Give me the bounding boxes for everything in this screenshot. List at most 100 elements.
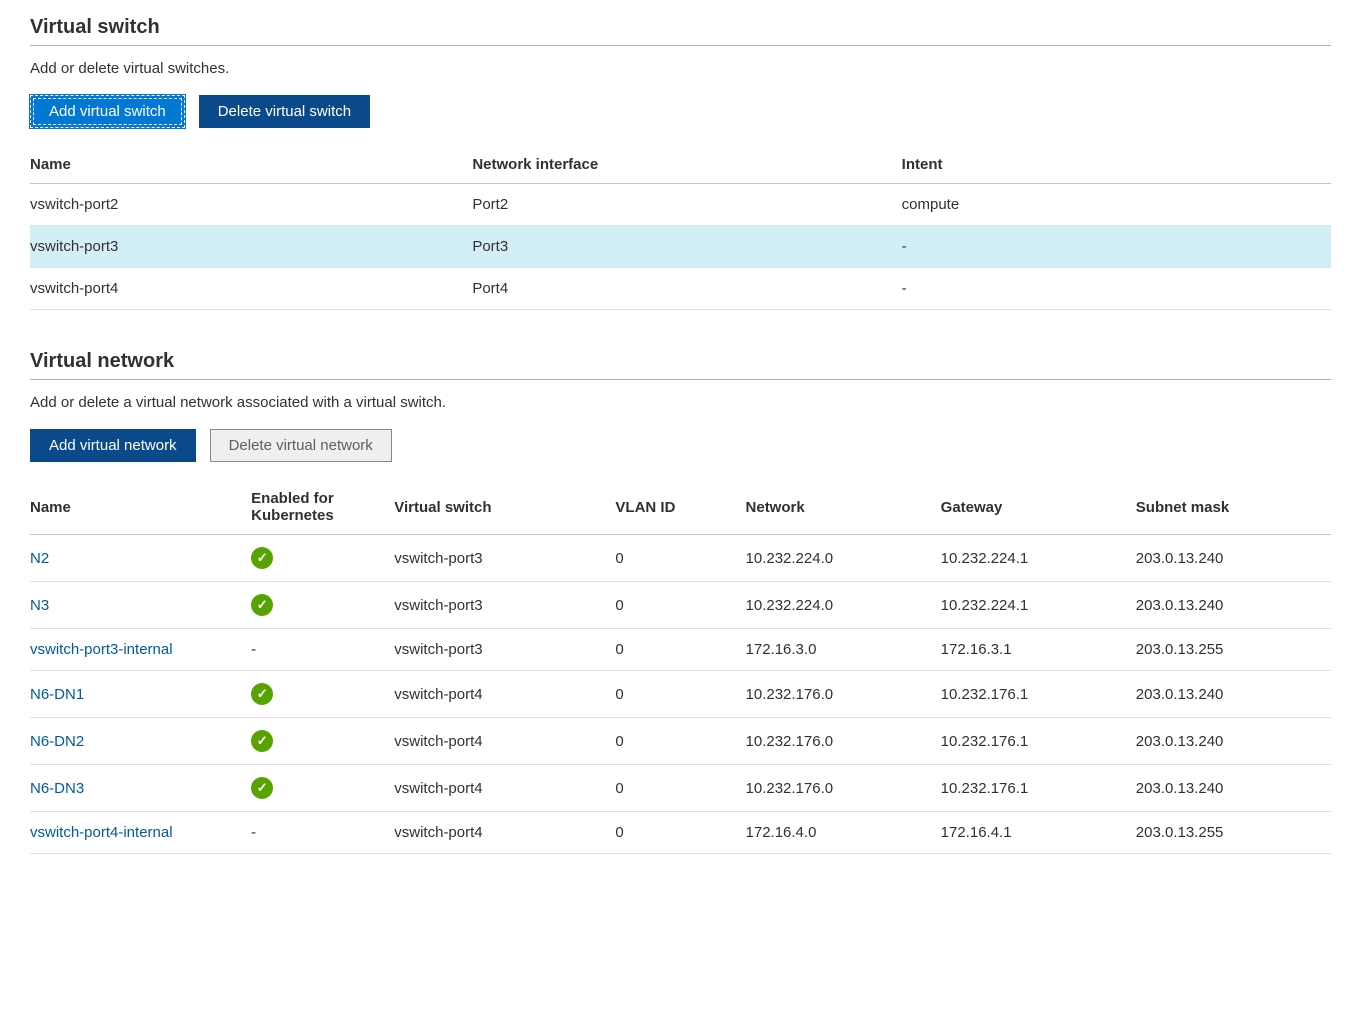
vswitch-cell-name: vswitch-port2: [30, 184, 472, 226]
vnet-name-link[interactable]: vswitch-port4-internal: [30, 824, 173, 841]
vnet-cell-gateway: 172.16.3.1: [941, 629, 1136, 671]
vswitch-cell-network-interface: Port2: [472, 184, 901, 226]
vswitch-title: Virtual switch: [30, 16, 1331, 46]
vnet-cell-gateway: 172.16.4.1: [941, 812, 1136, 854]
vnet-cell-gateway: 10.232.176.1: [941, 765, 1136, 812]
vnet-cell-k8s: -: [251, 629, 394, 671]
check-icon: ✓: [251, 547, 273, 569]
vswitch-cell-network-interface: Port3: [472, 226, 901, 268]
vnet-cell-network: 10.232.176.0: [746, 671, 941, 718]
vswitch-row[interactable]: vswitch-port4Port4-: [30, 268, 1331, 310]
check-icon: ✓: [251, 730, 273, 752]
vnet-name-link[interactable]: vswitch-port3-internal: [30, 641, 173, 658]
vnet-col-network[interactable]: Network: [746, 480, 941, 535]
vnet-cell-vlan: 0: [615, 718, 745, 765]
vnet-cell-k8s: ✓: [251, 582, 394, 629]
vswitch-cell-network-interface: Port4: [472, 268, 901, 310]
vnet-cell-k8s: ✓: [251, 671, 394, 718]
vnet-row[interactable]: N6-DN3✓vswitch-port4010.232.176.010.232.…: [30, 765, 1331, 812]
vnet-row[interactable]: vswitch-port3-internal - vswitch-port30 172…: [30, 629, 1331, 671]
vnet-col-gateway[interactable]: Gateway: [941, 480, 1136, 535]
vnet-description: Add or delete a virtual network associat…: [30, 394, 1331, 411]
vnet-cell-name: N2: [30, 535, 251, 582]
virtual-switch-section: Virtual switch Add or delete virtual swi…: [30, 16, 1331, 310]
vswitch-cell-intent: -: [902, 226, 1331, 268]
vnet-cell-vlan: 0: [615, 765, 745, 812]
vnet-cell-subnet: 203.0.13.240: [1136, 718, 1331, 765]
vswitch-cell-name: vswitch-port3: [30, 226, 472, 268]
vswitch-row[interactable]: vswitch-port2Port2compute: [30, 184, 1331, 226]
delete-virtual-switch-button[interactable]: Delete virtual switch: [199, 95, 370, 128]
virtual-network-section: Virtual network Add or delete a virtual …: [30, 350, 1331, 854]
add-virtual-network-button[interactable]: Add virtual network: [30, 429, 196, 462]
vswitch-row[interactable]: vswitch-port3Port3-: [30, 226, 1331, 268]
vnet-cell-name: vswitch-port4-internal: [30, 812, 251, 854]
vnet-col-k8s[interactable]: Enabled for Kubernetes: [251, 480, 394, 535]
vnet-cell-network: 10.232.224.0: [746, 535, 941, 582]
vnet-cell-subnet: 203.0.13.240: [1136, 535, 1331, 582]
vnet-cell-subnet: 203.0.13.240: [1136, 582, 1331, 629]
vnet-row[interactable]: vswitch-port4-internal-vswitch-port40172…: [30, 812, 1331, 854]
check-icon: ✓: [251, 777, 273, 799]
vnet-name-link[interactable]: N6-DN2: [30, 733, 84, 750]
add-virtual-switch-button[interactable]: Add virtual switch: [30, 95, 185, 128]
vnet-row[interactable]: N6-DN1 ✓ vswitch-port4010.232.176.010.232.…: [30, 671, 1331, 718]
vnet-cell-gateway: 10.232.176.1: [941, 718, 1136, 765]
vnet-name-link[interactable]: N2: [30, 550, 49, 567]
vnet-name-link[interactable]: N6-DN3: [30, 780, 84, 797]
vnet-cell-vlan: 0: [615, 582, 745, 629]
vswitch-col-name[interactable]: Name: [30, 146, 472, 184]
vnet-cell-k8s: -: [251, 812, 394, 854]
vnet-cell-gateway: 10.232.224.1: [941, 535, 1136, 582]
check-icon: ✓: [251, 683, 273, 705]
vnet-cell-vlan: 0: [615, 671, 745, 718]
vswitch-cell-name: vswitch-port4: [30, 268, 472, 310]
delete-virtual-network-button: Delete virtual network: [210, 429, 392, 462]
vnet-title: Virtual network: [30, 350, 1331, 380]
vnet-name-link[interactable]: N6-DN1: [30, 686, 84, 703]
vnet-cell-vlan: 0: [615, 535, 745, 582]
vswitch-col-network-interface[interactable]: Network interface: [472, 146, 901, 184]
vnet-cell-vswitch: vswitch-port4: [394, 718, 615, 765]
vnet-cell-network: 172.16.4.0: [746, 812, 941, 854]
vnet-name-link[interactable]: N3: [30, 597, 49, 614]
vnet-row[interactable]: N6-DN2 ✓ vswitch-port4010.232.176.010.232.…: [30, 718, 1331, 765]
vnet-cell-subnet: 203.0.13.240: [1136, 765, 1331, 812]
vnet-col-vswitch[interactable]: Virtual switch: [394, 480, 615, 535]
vnet-cell-gateway: 10.232.224.1: [941, 582, 1136, 629]
vnet-cell-subnet: 203.0.13.255: [1136, 629, 1331, 671]
vnet-cell-name: N6-DN1: [30, 671, 251, 718]
check-icon: ✓: [251, 594, 273, 616]
vswitch-cell-intent: -: [902, 268, 1331, 310]
vswitch-description: Add or delete virtual switches.: [30, 60, 1331, 77]
vswitch-table: Name Network interface Intent vswitch-po…: [30, 146, 1331, 310]
vnet-cell-vswitch: vswitch-port3: [394, 629, 615, 671]
vnet-cell-name: vswitch-port3-internal: [30, 629, 251, 671]
k8s-disabled-dash: -: [251, 641, 256, 658]
vnet-cell-network: 10.232.224.0: [746, 582, 941, 629]
vnet-cell-k8s: ✓: [251, 535, 394, 582]
vnet-cell-gateway: 10.232.176.1: [941, 671, 1136, 718]
vswitch-header-row: Name Network interface Intent: [30, 146, 1331, 184]
vswitch-col-intent[interactable]: Intent: [902, 146, 1331, 184]
vnet-row[interactable]: N2 ✓ vswitch-port3010.232.224.010.232.224.…: [30, 535, 1331, 582]
vswitch-button-row: Add virtual switch Delete virtual switch: [30, 95, 1331, 128]
vnet-cell-network: 10.232.176.0: [746, 765, 941, 812]
vnet-table: Name Enabled for Kubernetes Virtual swit…: [30, 480, 1331, 854]
vnet-col-name[interactable]: Name: [30, 480, 251, 535]
vnet-cell-subnet: 203.0.13.255: [1136, 812, 1331, 854]
vnet-cell-name: N6-DN2: [30, 718, 251, 765]
vnet-button-row: Add virtual network Delete virtual netwo…: [30, 429, 1331, 462]
vnet-cell-vlan: 0: [615, 629, 745, 671]
vnet-cell-vswitch: vswitch-port4: [394, 812, 615, 854]
vnet-cell-vswitch: vswitch-port3: [394, 582, 615, 629]
vnet-cell-name: N3: [30, 582, 251, 629]
vnet-cell-name: N6-DN3: [30, 765, 251, 812]
vnet-col-subnet[interactable]: Subnet mask: [1136, 480, 1331, 535]
vnet-cell-vswitch: vswitch-port3: [394, 535, 615, 582]
vnet-cell-vswitch: vswitch-port4: [394, 671, 615, 718]
vnet-col-vlan[interactable]: VLAN ID: [615, 480, 745, 535]
vnet-cell-k8s: ✓: [251, 765, 394, 812]
vnet-cell-network: 10.232.176.0: [746, 718, 941, 765]
vnet-row[interactable]: N3 ✓ vswitch-port3010.232.224.010.232.224.…: [30, 582, 1331, 629]
